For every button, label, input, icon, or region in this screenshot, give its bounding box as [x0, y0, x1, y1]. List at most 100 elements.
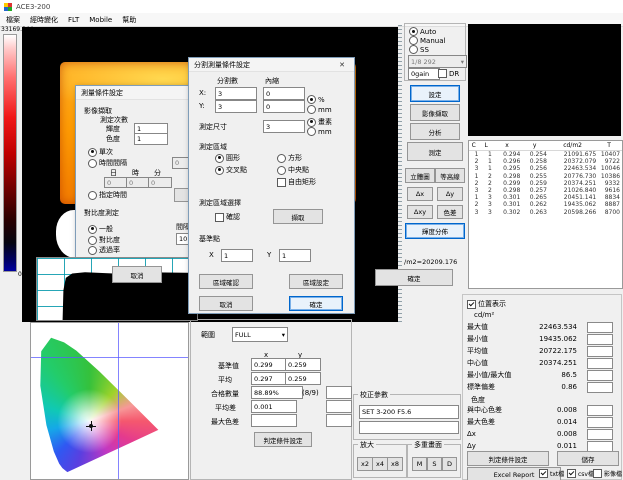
base-x-input[interactable]: 1 — [221, 249, 253, 262]
mm-radio[interactable] — [307, 105, 316, 114]
day-input[interactable]: 0 — [104, 177, 128, 188]
stat-label: 最小值 — [467, 334, 488, 344]
center-point-label: 中央點 — [288, 165, 309, 175]
menu-file[interactable]: 檔案 — [6, 15, 20, 25]
multi-d-button[interactable]: D — [442, 457, 457, 471]
auto-radio[interactable] — [409, 27, 418, 36]
table-row[interactable]: 3 2 0.298 0.257 21026.840 9616 — [469, 187, 622, 194]
ref-y-field[interactable]: 0.259 — [285, 358, 321, 371]
contrast-group-label: 對比度測定 — [84, 208, 119, 218]
zoom-x4-button[interactable]: x4 — [372, 457, 388, 471]
ss-radio[interactable] — [409, 45, 418, 54]
split-ok-button[interactable]: 確定 — [289, 296, 343, 311]
grab-button[interactable]: 擷取 — [273, 209, 323, 224]
delta-y-button[interactable]: Δy — [437, 187, 463, 201]
base-y-label: Y — [267, 251, 271, 259]
table-row[interactable]: 3 3 0.302 0.263 20598.266 8700 — [469, 209, 622, 216]
chroma-count-input[interactable]: 1 — [134, 133, 168, 145]
table-row[interactable]: 1 2 0.298 0.255 20776.730 10386 — [469, 173, 622, 180]
dr-checkbox[interactable] — [438, 69, 447, 78]
color-diff-button[interactable]: 色差 — [437, 205, 463, 219]
close-icon[interactable]: ✕ — [335, 59, 349, 70]
y-inset-input[interactable]: 0 — [263, 100, 305, 113]
title-bar[interactable]: ACE3-200 — [0, 0, 623, 13]
confirm-label: 確認 — [226, 212, 240, 222]
range-judge-button[interactable]: 判定條件設定 — [254, 432, 312, 447]
stat-result-box — [587, 382, 613, 393]
size-mm-radio[interactable] — [307, 127, 316, 136]
csv-file-checkbox[interactable] — [567, 469, 576, 478]
calibration-value[interactable]: SET 3-200 F5.6 — [359, 405, 459, 419]
txt-file-checkbox[interactable] — [539, 469, 548, 478]
split-cancel-button[interactable]: 取消 — [199, 296, 253, 311]
interval-radio[interactable] — [88, 159, 97, 168]
contrast-radio[interactable] — [88, 236, 97, 245]
multi-s-button[interactable]: S — [427, 457, 442, 471]
table-row[interactable]: 1 3 0.301 0.265 20451.141 8834 — [469, 194, 622, 201]
x-inset-input[interactable]: 0 — [263, 87, 305, 100]
menu-time-variation[interactable]: 經時變化 — [30, 15, 58, 25]
measure-button[interactable]: 測定 — [407, 142, 463, 161]
judge-settings-button[interactable]: 判定條件設定 — [467, 451, 549, 466]
confirm-checkbox[interactable] — [215, 213, 224, 222]
table-row[interactable]: 2 1 0.296 0.258 20372.079 9722 — [469, 158, 622, 165]
table-row[interactable]: 2 3 0.301 0.262 19435.062 8887 — [469, 201, 622, 208]
square-radio[interactable] — [277, 154, 286, 163]
ref-x-field[interactable]: 0.299 — [251, 358, 287, 371]
analyze-button[interactable]: 分析 — [410, 123, 460, 140]
free-rect-checkbox[interactable] — [277, 178, 286, 187]
dialog-split-titlebar[interactable]: 分割測量條件設定 ✕ — [189, 58, 354, 72]
pixel-radio[interactable] — [307, 118, 316, 127]
percent-radio[interactable] — [307, 95, 316, 104]
specified-time-radio[interactable] — [88, 191, 97, 200]
table-row[interactable]: 1 1 0.294 0.254 21091.675 10407 — [469, 151, 622, 158]
delta-xy-button[interactable]: Δxy — [407, 205, 433, 219]
stat-result-box — [587, 346, 613, 357]
save-button[interactable]: 儲存 — [557, 451, 619, 466]
zoom-x2-button[interactable]: x2 — [357, 457, 373, 471]
settings-button[interactable]: 設定 — [410, 85, 460, 102]
size-input[interactable]: 3 — [263, 120, 305, 133]
manual-radio[interactable] — [409, 36, 418, 45]
position-display-checkbox[interactable] — [467, 300, 476, 309]
cross-radio[interactable] — [215, 166, 224, 175]
measure-cancel-button[interactable]: 取消 — [112, 266, 162, 283]
menu-mobile[interactable]: Mobile — [89, 16, 112, 24]
avg-y-field[interactable]: 0.259 — [285, 372, 321, 385]
grab-image-button[interactable]: 影像擷取 — [410, 104, 460, 121]
gain-input[interactable]: 0gain — [408, 68, 440, 80]
multi-m-button[interactable]: M — [412, 457, 427, 471]
contour-button[interactable]: 等高線 — [435, 168, 465, 183]
single-radio[interactable] — [88, 148, 97, 157]
transmit-radio[interactable] — [88, 246, 97, 255]
table-row[interactable]: 2 2 0.299 0.259 20374.251 9332 — [469, 180, 622, 187]
measure-ok-button[interactable]: 確定 — [375, 269, 453, 286]
menu-flt[interactable]: FLT — [68, 16, 79, 24]
hour-input[interactable]: 0 — [126, 177, 150, 188]
dialog-measure-title: 測量條件設定 — [81, 88, 123, 98]
base-y-input[interactable]: 1 — [279, 249, 311, 262]
col-cdm2: cd/m2 — [549, 141, 598, 150]
camera-preview[interactable] — [468, 24, 621, 136]
image-file-checkbox[interactable] — [593, 469, 602, 478]
luminance-dist-button[interactable]: 輝度分佈 — [405, 223, 465, 239]
x-division-input[interactable]: 3 — [215, 87, 257, 100]
range-dropdown[interactable]: FULL▾ — [232, 327, 288, 342]
area-set-button[interactable]: 區域設定 — [289, 274, 343, 289]
stereo-button[interactable]: 立體圖 — [405, 168, 435, 183]
menu-help[interactable]: 幫助 — [122, 15, 136, 25]
normal-radio[interactable] — [88, 225, 97, 234]
circle-radio[interactable] — [215, 154, 224, 163]
minute-input[interactable]: 0 — [148, 177, 172, 188]
cie-diagram[interactable] — [30, 322, 189, 480]
cell-x: 0.295 — [494, 165, 523, 172]
measurement-table[interactable]: C L x y cd/m2 T 1 1 0.294 0.254 21091.67… — [468, 140, 623, 289]
table-row[interactable]: 3 1 0.295 0.256 22463.534 10046 — [469, 165, 622, 172]
delta-x-button[interactable]: Δx — [407, 187, 433, 201]
y-division-input[interactable]: 3 — [215, 100, 257, 113]
zoom-x8-button[interactable]: x8 — [387, 457, 403, 471]
center-point-radio[interactable] — [277, 166, 286, 175]
area-confirm-button[interactable]: 區域確認 — [199, 274, 253, 289]
shutter-dropdown[interactable]: 1/8 292▾ — [408, 55, 467, 68]
avg-x-field[interactable]: 0.297 — [251, 372, 287, 385]
